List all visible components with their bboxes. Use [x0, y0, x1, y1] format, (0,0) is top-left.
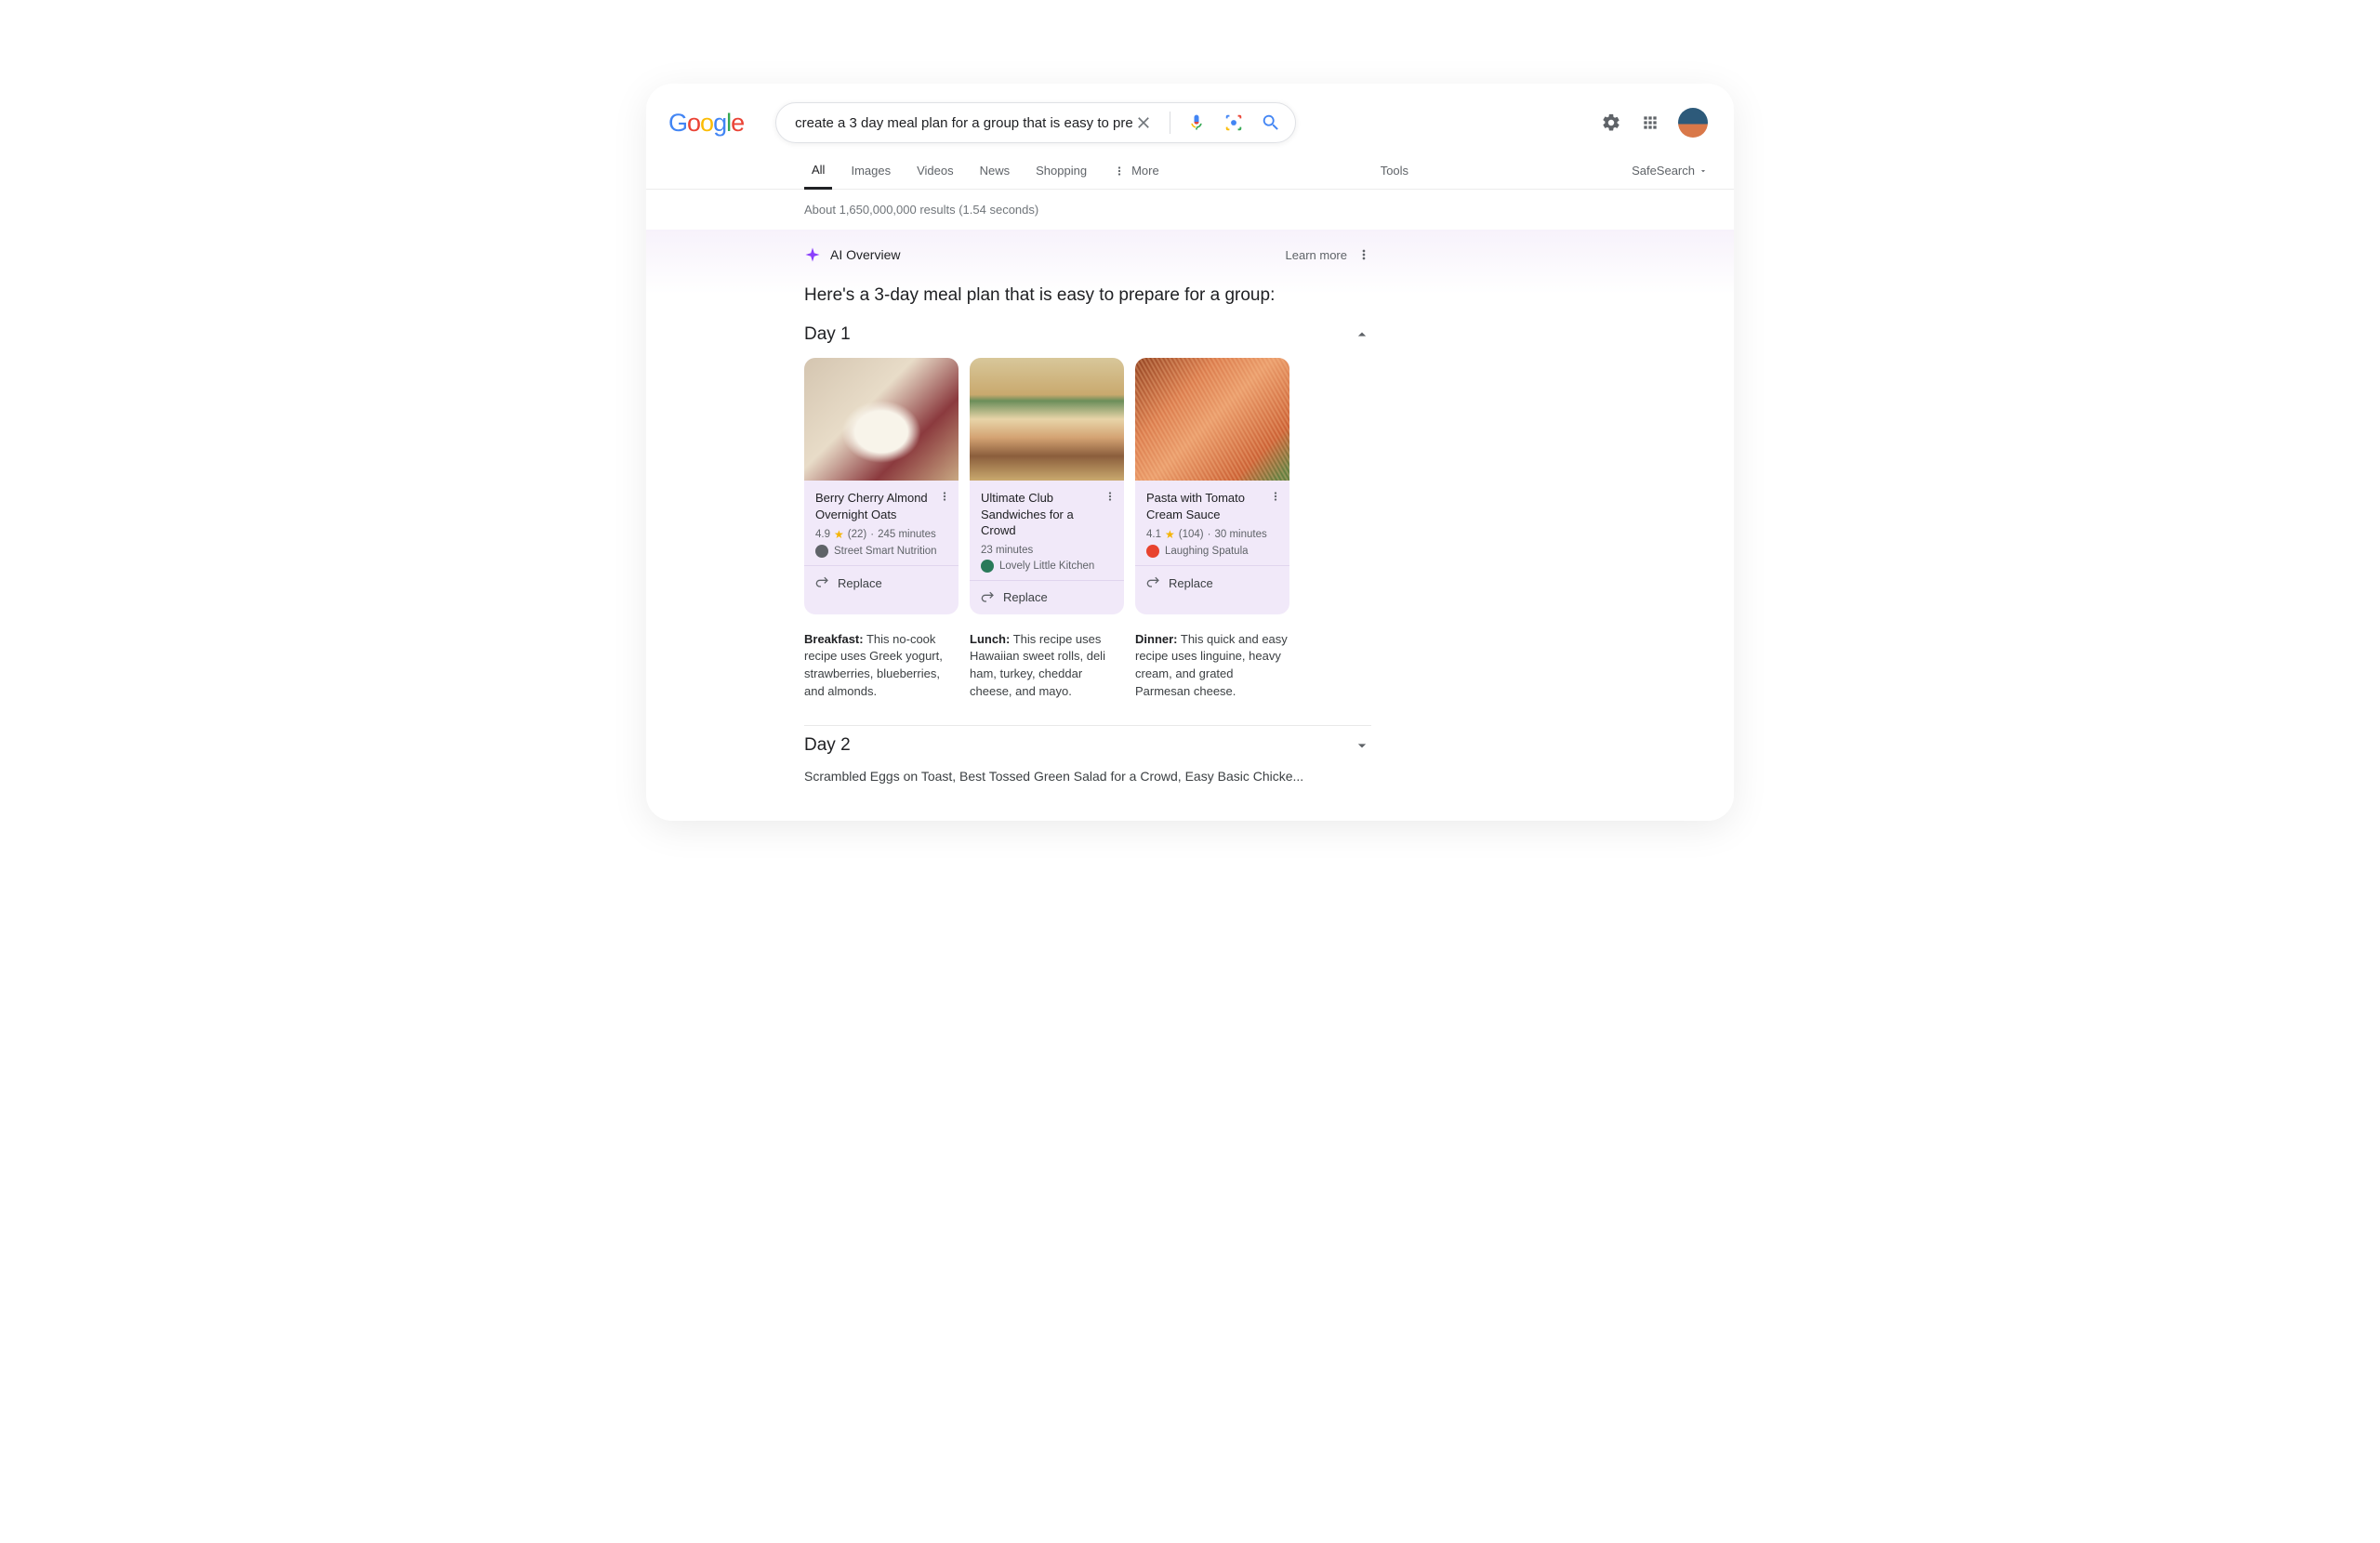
dinner-description: Dinner: This quick and easy recipe uses …: [1135, 631, 1289, 701]
recipe-image: [804, 358, 959, 481]
card-menu-icon[interactable]: [938, 490, 951, 503]
ai-intro-text: Here's a 3-day meal plan that is easy to…: [804, 272, 1371, 315]
recipe-title: Berry Cherry Almond Overnight Oats: [815, 490, 947, 522]
ai-overview-section: AI Overview Learn more Here's a 3-day me…: [646, 230, 1734, 821]
recipe-card-breakfast[interactable]: Berry Cherry Almond Overnight Oats 4.9★(…: [804, 358, 959, 614]
ai-overview-header: AI Overview Learn more: [804, 230, 1371, 272]
replace-button[interactable]: Replace: [1135, 565, 1289, 600]
recipe-source: Laughing Spatula: [1146, 541, 1278, 558]
voice-search-icon[interactable]: [1185, 112, 1208, 134]
search-icon[interactable]: [1260, 112, 1282, 134]
card-menu-icon[interactable]: [1269, 490, 1282, 503]
settings-icon[interactable]: [1600, 112, 1622, 134]
day2-summary: Scrambled Eggs on Toast, Best Tossed Gre…: [804, 765, 1371, 802]
recipe-meta: 23 minutes: [981, 539, 1113, 556]
tab-shopping[interactable]: Shopping: [1028, 152, 1094, 190]
apps-grid-icon[interactable]: [1639, 112, 1661, 134]
card-menu-icon[interactable]: [1104, 490, 1117, 503]
learn-more-link[interactable]: Learn more: [1286, 248, 1347, 262]
source-favicon: [1146, 545, 1159, 558]
recipe-source: Street Smart Nutrition: [815, 541, 947, 558]
recipe-source: Lovely Little Kitchen: [981, 556, 1113, 573]
recipe-card-dinner[interactable]: Pasta with Tomato Cream Sauce 4.1★(104)·…: [1135, 358, 1289, 614]
tab-images[interactable]: Images: [843, 152, 898, 190]
lunch-description: Lunch: This recipe uses Hawaiian sweet r…: [970, 631, 1124, 701]
recipe-image: [1135, 358, 1289, 481]
chevron-down-icon: [1353, 736, 1371, 755]
clear-icon[interactable]: [1132, 112, 1155, 134]
tab-all[interactable]: All: [804, 152, 832, 190]
ai-overview-badge: AI Overview: [830, 247, 900, 262]
recipe-image: [970, 358, 1124, 481]
day1-title: Day 1: [804, 324, 851, 345]
tab-videos[interactable]: Videos: [909, 152, 961, 190]
day1-header[interactable]: Day 1: [804, 315, 1371, 354]
recipe-meta: 4.1★(104)·30 minutes: [1146, 522, 1278, 541]
browser-window: Google: [646, 84, 1734, 821]
breakfast-description: Breakfast: This no-cook recipe uses Gree…: [804, 631, 959, 701]
replace-icon: [1146, 575, 1161, 590]
chevron-up-icon: [1353, 325, 1371, 344]
header: Google: [646, 84, 1734, 152]
avatar[interactable]: [1678, 108, 1708, 138]
recipe-card-lunch[interactable]: Ultimate Club Sandwiches for a Crowd 23 …: [970, 358, 1124, 614]
day1-cards: Berry Cherry Almond Overnight Oats 4.9★(…: [804, 354, 1371, 624]
ai-menu-icon[interactable]: [1356, 247, 1371, 262]
tab-news[interactable]: News: [972, 152, 1018, 190]
results-stats: About 1,650,000,000 results (1.54 second…: [646, 190, 1734, 230]
replace-button[interactable]: Replace: [970, 580, 1124, 614]
recipe-title: Pasta with Tomato Cream Sauce: [1146, 490, 1278, 522]
lens-search-icon[interactable]: [1223, 112, 1245, 134]
recipe-meta: 4.9★(22)·245 minutes: [815, 522, 947, 541]
safesearch-dropdown[interactable]: SafeSearch: [1632, 164, 1708, 178]
search-input[interactable]: [795, 115, 1132, 131]
meal-descriptions: Breakfast: This no-cook recipe uses Gree…: [804, 624, 1371, 719]
google-logo[interactable]: Google: [668, 109, 744, 138]
replace-button[interactable]: Replace: [804, 565, 959, 600]
source-favicon: [815, 545, 828, 558]
day2-title: Day 2: [804, 735, 851, 756]
tabs-row: All Images Videos News Shopping More Too…: [646, 152, 1734, 190]
tab-more[interactable]: More: [1105, 152, 1167, 190]
tools-button[interactable]: Tools: [1373, 152, 1416, 190]
replace-icon: [981, 590, 996, 605]
replace-icon: [815, 575, 830, 590]
sparkle-icon: [804, 246, 821, 263]
source-favicon: [981, 560, 994, 573]
recipe-title: Ultimate Club Sandwiches for a Crowd: [981, 490, 1113, 539]
search-bar[interactable]: [775, 102, 1296, 143]
day2-header[interactable]: Day 2: [804, 726, 1371, 765]
